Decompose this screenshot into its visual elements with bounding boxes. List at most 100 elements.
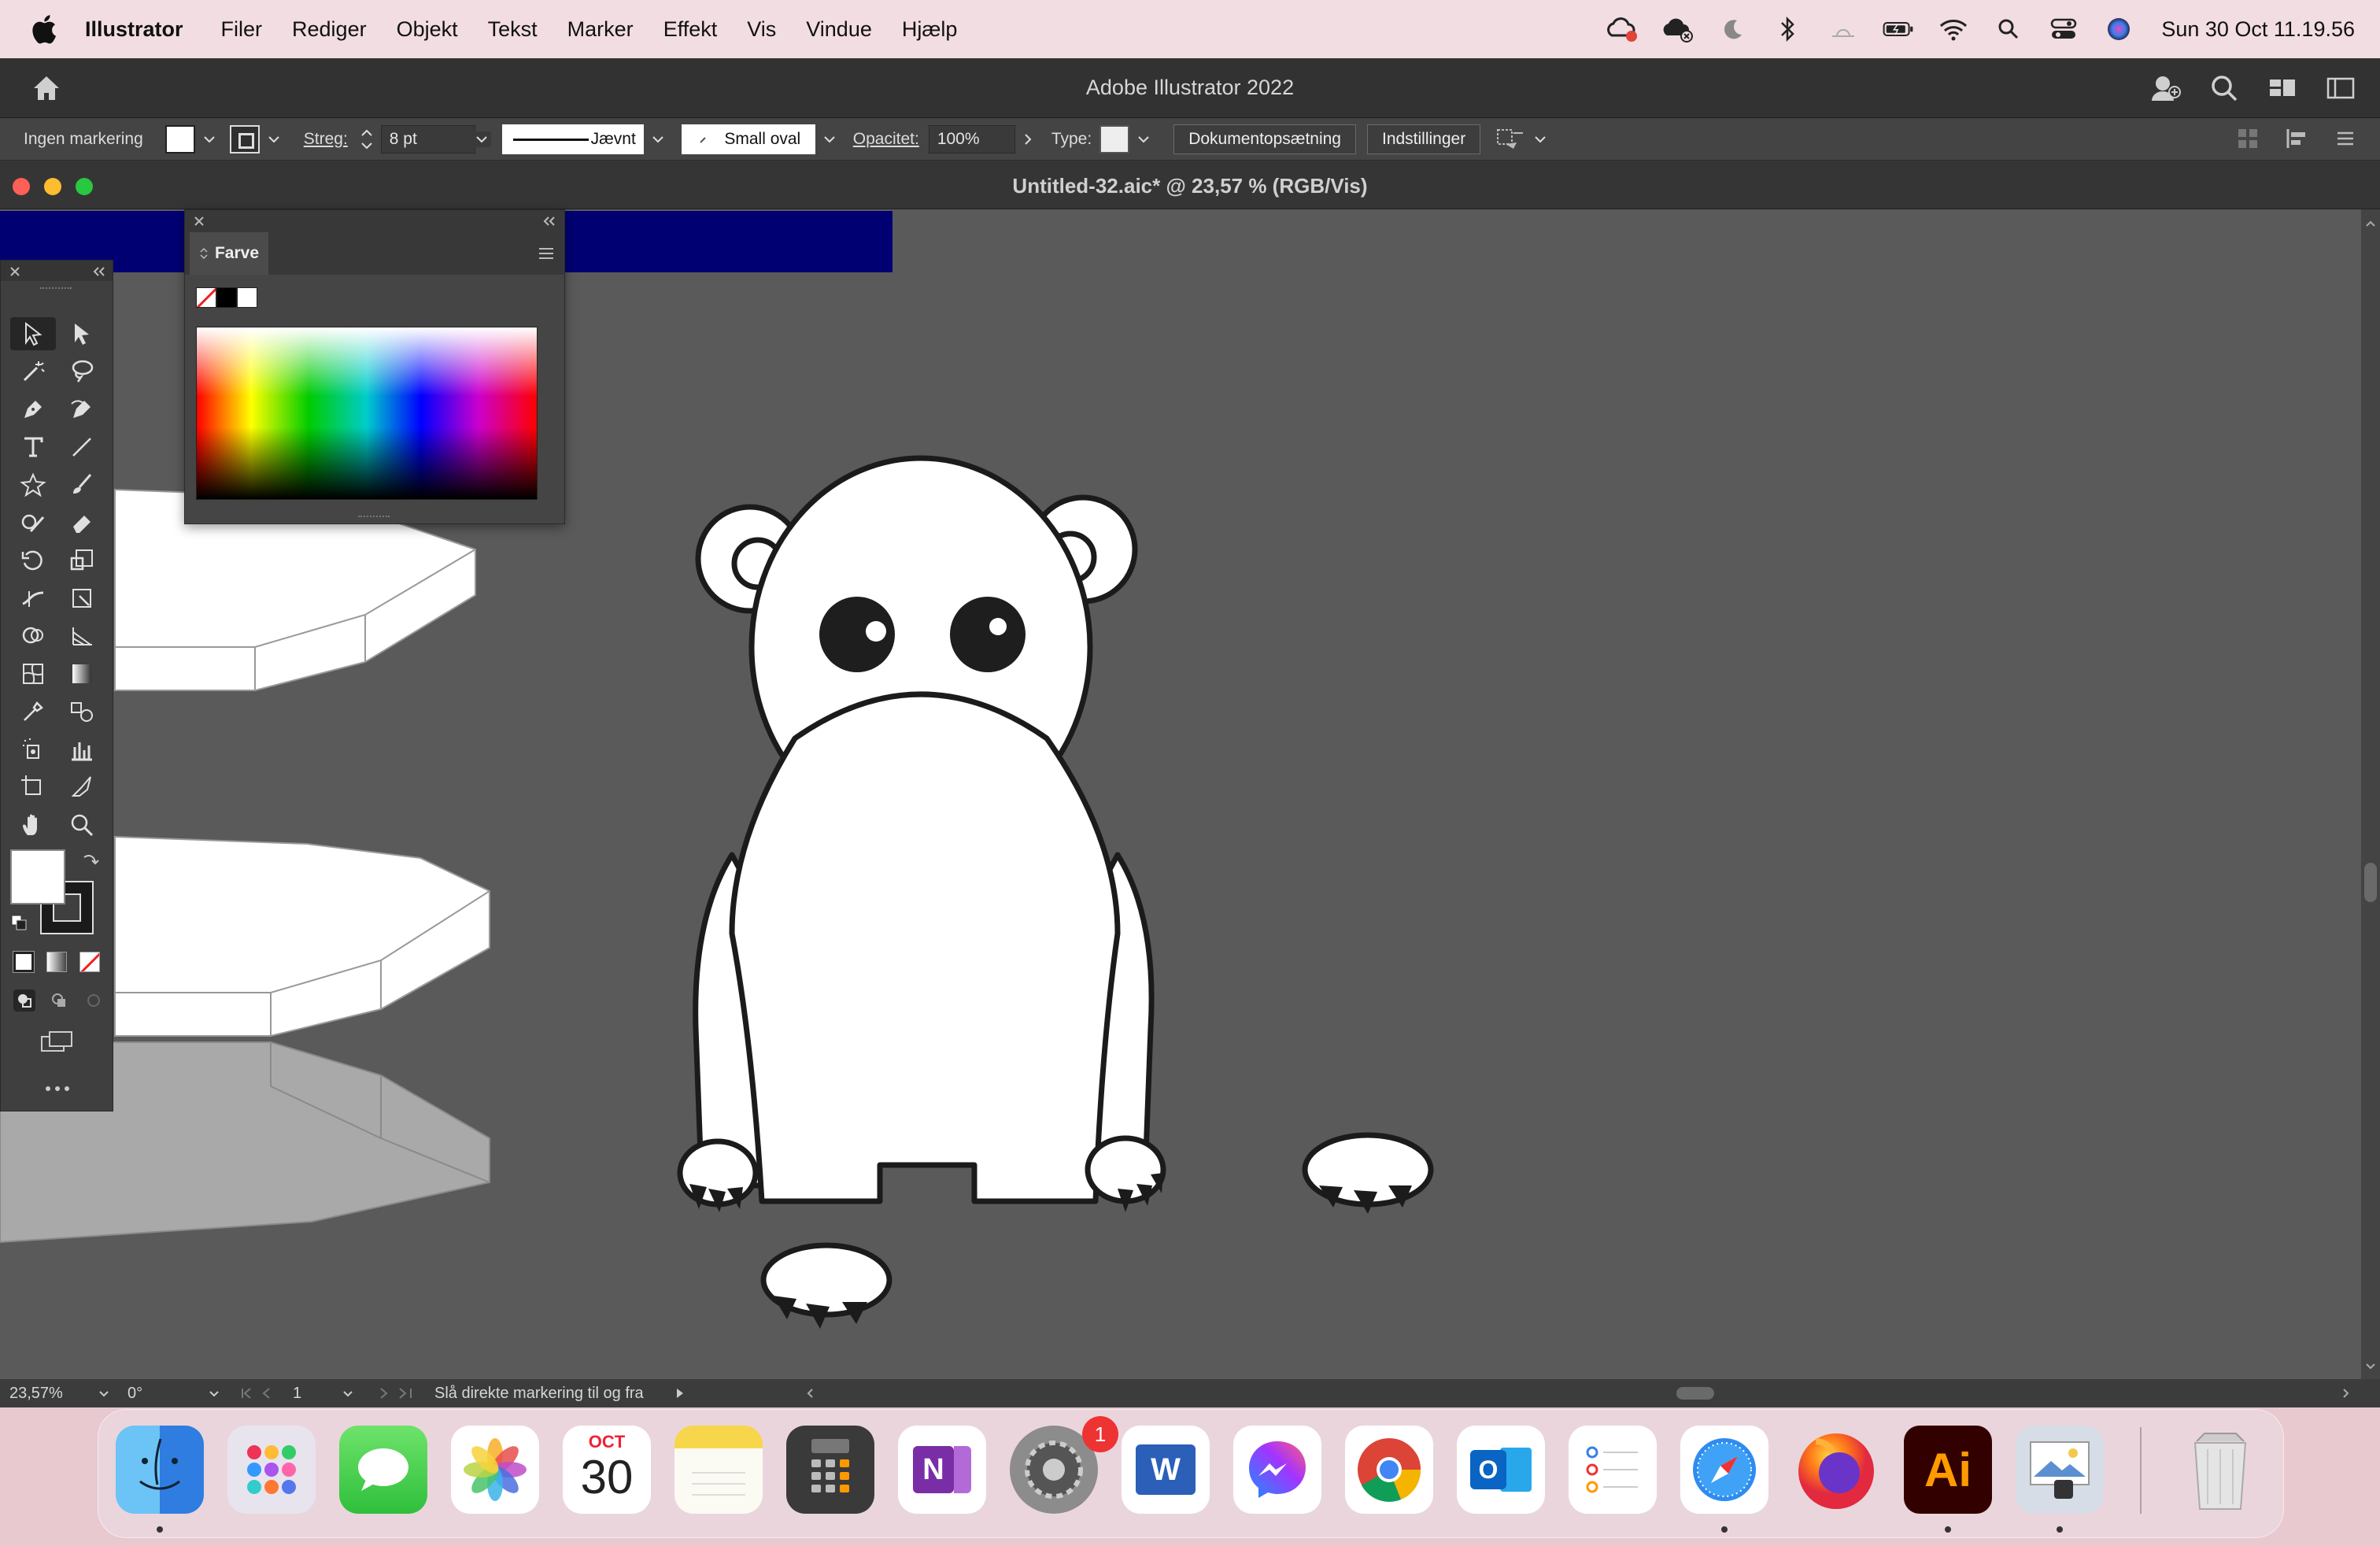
menu-app-name[interactable]: Illustrator [85, 17, 183, 42]
vertical-scrollbar[interactable] [2361, 209, 2380, 1379]
first-artboard-icon[interactable] [238, 1385, 285, 1401]
chevron-right-icon[interactable] [2338, 1385, 2353, 1401]
chevron-down-icon[interactable] [649, 131, 667, 147]
calendar-icon[interactable]: OCT 30 [563, 1426, 651, 1514]
share-user-icon[interactable] [2150, 72, 2182, 104]
messenger-icon[interactable] [1233, 1426, 1321, 1514]
selection-tool[interactable] [10, 317, 56, 350]
more-tools-icon[interactable] [42, 1084, 73, 1093]
lasso-tool[interactable] [59, 355, 105, 388]
menu-filer[interactable]: Filer [221, 17, 263, 42]
brightness-icon[interactable] [1828, 13, 1859, 45]
align-grid-icon[interactable] [2235, 126, 2260, 151]
wifi-icon[interactable] [1938, 13, 1969, 45]
scroll-thumb[interactable] [2364, 863, 2377, 902]
notes-icon[interactable] [674, 1426, 763, 1514]
screen-mode-icon[interactable] [39, 1029, 75, 1054]
control-center-icon[interactable] [2048, 13, 2079, 45]
preferences-button[interactable]: Indstillinger [1366, 124, 1481, 154]
menu-rediger[interactable]: Rediger [292, 17, 367, 42]
close-icon[interactable] [191, 213, 207, 229]
onenote-icon[interactable]: N [898, 1426, 986, 1514]
color-panel-header[interactable] [185, 210, 564, 232]
eraser-tool[interactable] [59, 506, 105, 539]
chevron-up-icon[interactable] [2361, 214, 2380, 233]
chevron-down-icon[interactable] [264, 131, 283, 147]
word-icon[interactable]: W [1122, 1426, 1210, 1514]
search-icon[interactable] [2208, 72, 2240, 104]
siri-icon[interactable] [2103, 13, 2134, 45]
slice-tool[interactable] [59, 771, 105, 804]
zoom-level[interactable]: 23,57% [9, 1385, 96, 1403]
chevron-down-icon[interactable] [340, 1385, 356, 1401]
tools-panel-header[interactable] [1, 261, 113, 281]
chevron-down-icon[interactable] [820, 131, 839, 147]
tab-farve[interactable]: Farve [190, 232, 268, 275]
column-graph-tool[interactable] [59, 733, 105, 766]
fill-swatch-dropdown[interactable] [164, 124, 219, 153]
blend-tool[interactable] [59, 695, 105, 728]
draw-inside-button[interactable] [83, 989, 105, 1012]
stroke-swatch[interactable] [229, 124, 260, 153]
chevron-right-icon[interactable] [1018, 130, 1037, 149]
direct-selection-tool[interactable] [59, 317, 105, 350]
hand-tool[interactable] [10, 808, 56, 841]
symbol-sprayer-tool[interactable] [10, 733, 56, 766]
fill-swatch[interactable] [164, 124, 195, 153]
cloud-sync-icon[interactable] [1662, 13, 1694, 45]
panel-toggle-icon[interactable] [2325, 72, 2356, 104]
menubar-clock[interactable]: Sun 30 Oct 11.19.56 [2161, 17, 2355, 42]
color-mode-button[interactable] [13, 951, 35, 973]
collapse-icon[interactable] [91, 264, 108, 279]
menu-hjaelp[interactable]: Hjælp [902, 17, 958, 42]
rotation-field[interactable]: 0° [128, 1385, 206, 1403]
none-swatch[interactable] [196, 287, 216, 308]
chevron-down-icon[interactable] [1134, 131, 1153, 147]
grip-handle[interactable] [40, 287, 72, 292]
stroke-weight-field[interactable]: 8 pt [380, 124, 475, 153]
mesh-tool[interactable] [10, 657, 56, 690]
black-swatch[interactable] [216, 287, 237, 308]
curvature-tool[interactable] [59, 393, 105, 426]
perspective-grid-tool[interactable] [59, 620, 105, 653]
opacity-label[interactable]: Opacitet: [853, 130, 919, 149]
chevron-down-icon[interactable] [206, 1385, 222, 1401]
width-tool[interactable] [10, 582, 56, 615]
chevron-down-icon[interactable] [1531, 131, 1550, 147]
chrome-icon[interactable] [1345, 1426, 1433, 1514]
bluetooth-icon[interactable] [1772, 13, 1804, 45]
stroke-swatch-dropdown[interactable] [229, 124, 283, 153]
pen-tool[interactable] [10, 393, 56, 426]
creative-cloud-icon[interactable] [1607, 13, 1639, 45]
menu-effekt[interactable]: Effekt [663, 17, 718, 42]
calculator-icon[interactable] [786, 1426, 874, 1514]
gradient-tool[interactable] [59, 657, 105, 690]
expand-toggle-icon[interactable] [199, 246, 209, 261]
trash-icon[interactable] [2176, 1426, 2264, 1514]
brush-definition[interactable]: Small oval [681, 124, 815, 154]
paintbrush-tool[interactable] [59, 468, 105, 501]
preview-icon[interactable] [2016, 1426, 2104, 1514]
artboard-number[interactable]: 1 [293, 1385, 340, 1403]
resize-grip[interactable] [358, 516, 390, 520]
zoom-tool[interactable] [59, 808, 105, 841]
menu-marker[interactable]: Marker [567, 17, 634, 42]
next-artboard-icon[interactable] [371, 1385, 419, 1401]
chevron-down-icon[interactable] [2361, 1357, 2380, 1376]
workspace-switcher-icon[interactable] [2267, 72, 2298, 104]
color-spectrum[interactable] [196, 327, 538, 500]
launchpad-icon[interactable] [227, 1426, 316, 1514]
menu-vis[interactable]: Vis [747, 17, 776, 42]
white-swatch[interactable] [237, 287, 257, 308]
opacity-field[interactable]: 100% [928, 124, 1015, 153]
magic-wand-tool[interactable] [10, 355, 56, 388]
artboard-tool[interactable] [10, 771, 56, 804]
messages-icon[interactable] [339, 1426, 427, 1514]
line-segment-tool[interactable] [59, 431, 105, 464]
swap-colors-icon[interactable] [81, 851, 100, 870]
rotate-tool[interactable] [10, 544, 56, 577]
finder-icon[interactable] [116, 1426, 204, 1514]
chevron-down-icon[interactable] [471, 131, 491, 147]
close-icon[interactable] [7, 264, 23, 279]
spotlight-search-icon[interactable] [1993, 13, 2024, 45]
